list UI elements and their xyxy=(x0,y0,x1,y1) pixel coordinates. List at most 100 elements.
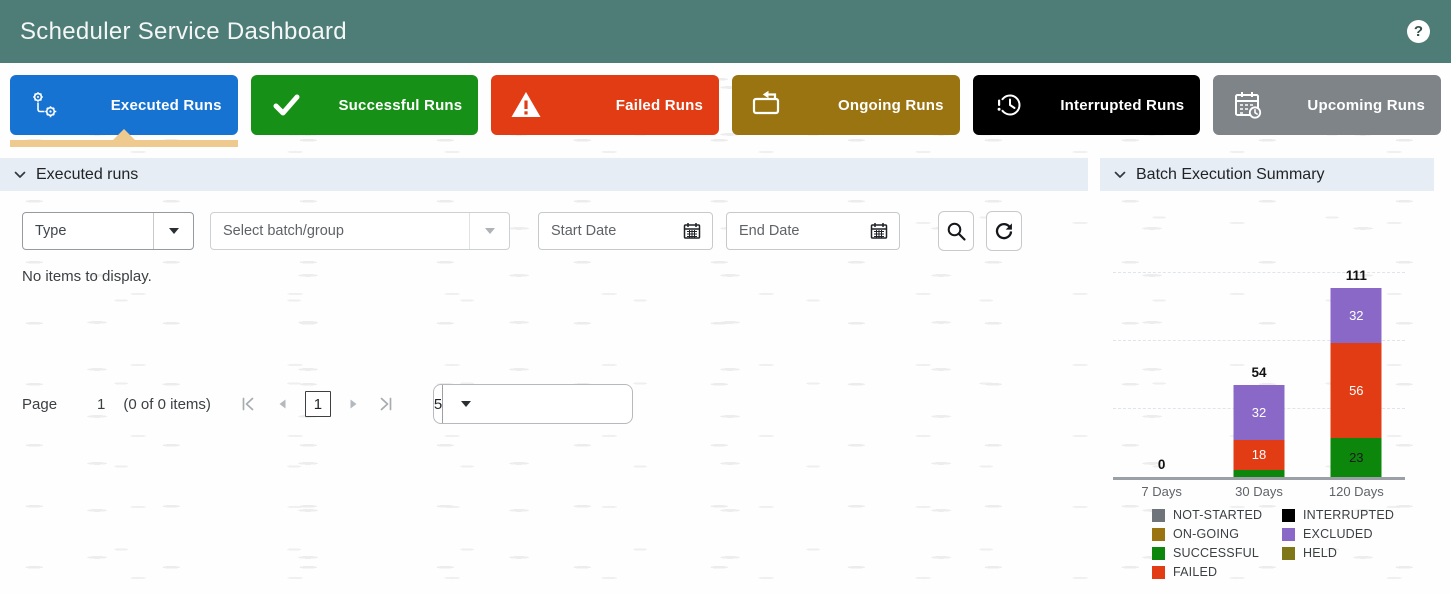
refresh-button[interactable] xyxy=(986,211,1022,251)
current-page-input[interactable] xyxy=(305,391,331,417)
page-size-value: 5 xyxy=(434,396,442,413)
caret-down-icon xyxy=(169,228,179,234)
segment-successful[interactable]: 23 xyxy=(1331,438,1382,477)
bar-column-30-days: 54 3218 xyxy=(1210,263,1307,477)
legend-label: EXCLUDED xyxy=(1303,527,1373,541)
filter-bar: Type Select batch/group Start Date End D… xyxy=(22,211,1022,251)
legend-swatch xyxy=(1152,547,1165,560)
chart-plot-area: 0543218111325623 xyxy=(1113,263,1405,477)
warning-triangle-icon xyxy=(509,88,543,122)
legend-item-interrupted: INTERRUPTED xyxy=(1282,508,1412,522)
tab-label: Failed Runs xyxy=(543,97,719,114)
stacked-bar[interactable]: 3218 xyxy=(1233,385,1284,477)
tab-upcoming-runs[interactable]: Upcoming Runs xyxy=(1213,75,1441,135)
legend-item-not-started: NOT-STARTED xyxy=(1152,508,1282,522)
chevron-down-icon xyxy=(12,167,28,183)
legend-label: ON-GOING xyxy=(1173,527,1239,541)
chart-columns: 0543218111325623 xyxy=(1113,263,1405,477)
loop-arrow-icon xyxy=(750,88,784,122)
legend-item-excluded: EXCLUDED xyxy=(1282,527,1412,541)
x-axis-line xyxy=(1113,477,1405,480)
checkmark-icon xyxy=(269,88,303,122)
clock-alert-icon xyxy=(991,88,1025,122)
bar-total-label: 111 xyxy=(1346,268,1367,283)
workflow-gears-icon xyxy=(28,88,62,122)
last-page-icon[interactable] xyxy=(377,395,395,413)
batch-group-placeholder: Select batch/group xyxy=(211,223,469,239)
chart-legend: NOT-STARTED INTERRUPTED ON-GOING EXCLUDED SU… xyxy=(1152,508,1412,579)
x-tick-label: 120 Days xyxy=(1308,484,1405,499)
tab-executed-runs[interactable]: Executed Runs xyxy=(10,75,238,135)
x-tick-label: 30 Days xyxy=(1210,484,1307,499)
x-axis-labels: 7 Days30 Days120 Days xyxy=(1113,484,1405,499)
end-date-input[interactable]: End Date xyxy=(726,212,900,250)
legend-swatch xyxy=(1282,547,1295,560)
bar-column-120-days: 111 325623 xyxy=(1308,263,1405,477)
tab-ongoing-runs[interactable]: Ongoing Runs xyxy=(732,75,960,135)
page-size-caret-cell[interactable] xyxy=(442,385,488,423)
first-page-icon[interactable] xyxy=(239,395,257,413)
tab-label: Successful Runs xyxy=(303,97,479,114)
chevron-down-icon xyxy=(1112,167,1128,183)
previous-page-icon[interactable] xyxy=(274,395,292,413)
search-icon xyxy=(945,220,967,242)
bar-total-label: 54 xyxy=(1251,365,1266,380)
app-header: Scheduler Service Dashboard ? xyxy=(0,0,1451,63)
legend-swatch xyxy=(1152,528,1165,541)
calendar-icon[interactable] xyxy=(869,221,889,241)
legend-label: SUCCESSFUL xyxy=(1173,546,1259,560)
tab-failed-runs[interactable]: Failed Runs xyxy=(491,75,719,135)
stacked-bar[interactable]: 325623 xyxy=(1331,288,1382,477)
start-date-input[interactable]: Start Date xyxy=(538,212,713,250)
search-button[interactable] xyxy=(938,211,974,251)
pagination-bar: Page 1 (0 of 0 items) 5 xyxy=(22,382,633,426)
calendar-clock-icon xyxy=(1231,88,1265,122)
calendar-icon[interactable] xyxy=(682,221,702,241)
type-select-caret-cell[interactable] xyxy=(153,213,193,249)
type-select-value: Type xyxy=(23,223,153,239)
end-date-placeholder: End Date xyxy=(727,223,869,239)
tab-label: Upcoming Runs xyxy=(1265,97,1441,114)
tab-label: Interrupted Runs xyxy=(1025,97,1201,114)
legend-swatch xyxy=(1152,566,1165,579)
legend-swatch xyxy=(1152,509,1165,522)
tab-interrupted-runs[interactable]: Interrupted Runs xyxy=(973,75,1201,135)
legend-item-failed: FAILED xyxy=(1152,565,1282,579)
caret-down-icon xyxy=(485,228,495,234)
x-tick-label: 7 Days xyxy=(1113,484,1210,499)
tab-label: Ongoing Runs xyxy=(784,97,960,114)
page-number: 1 xyxy=(97,396,105,413)
refresh-icon xyxy=(993,220,1015,242)
empty-table-message: No items to display. xyxy=(22,268,152,285)
bar-column-7-days: 0 xyxy=(1113,263,1210,477)
segment-excluded[interactable]: 32 xyxy=(1233,385,1284,439)
tab-bar: Executed Runs Successful Runs Failed Runs O… xyxy=(10,75,1441,135)
segment-successful[interactable] xyxy=(1233,470,1284,477)
type-select[interactable]: Type xyxy=(22,212,194,250)
legend-label: INTERRUPTED xyxy=(1303,508,1394,522)
segment-excluded[interactable]: 32 xyxy=(1331,288,1382,342)
batch-summary-section-header[interactable]: Batch Execution Summary xyxy=(1100,158,1434,191)
batch-group-select[interactable]: Select batch/group xyxy=(210,212,510,250)
start-date-placeholder: Start Date xyxy=(539,223,682,239)
legend-item-on-going: ON-GOING xyxy=(1152,527,1282,541)
tab-successful-runs[interactable]: Successful Runs xyxy=(251,75,479,135)
next-page-icon[interactable] xyxy=(344,395,362,413)
legend-label: FAILED xyxy=(1173,565,1217,579)
batch-select-caret-cell[interactable] xyxy=(469,213,509,249)
page-size-select[interactable]: 5 xyxy=(433,384,633,424)
executed-runs-title: Executed runs xyxy=(36,166,138,184)
legend-item-successful: SUCCESSFUL xyxy=(1152,546,1282,560)
batch-summary-title: Batch Execution Summary xyxy=(1136,166,1325,184)
batch-execution-chart: 0543218111325623 7 Days30 Days120 Days xyxy=(1113,263,1405,499)
page-title: Scheduler Service Dashboard xyxy=(20,0,347,63)
tab-label: Executed Runs xyxy=(62,97,238,114)
items-count: (0 of 0 items) xyxy=(123,396,211,413)
segment-failed[interactable]: 56 xyxy=(1331,343,1382,438)
legend-label: NOT-STARTED xyxy=(1173,508,1262,522)
segment-failed[interactable]: 18 xyxy=(1233,440,1284,471)
bar-total-label: 0 xyxy=(1158,457,1166,472)
executed-runs-section-header[interactable]: Executed runs xyxy=(0,158,1088,191)
help-icon[interactable]: ? xyxy=(1407,20,1430,43)
legend-swatch xyxy=(1282,509,1295,522)
